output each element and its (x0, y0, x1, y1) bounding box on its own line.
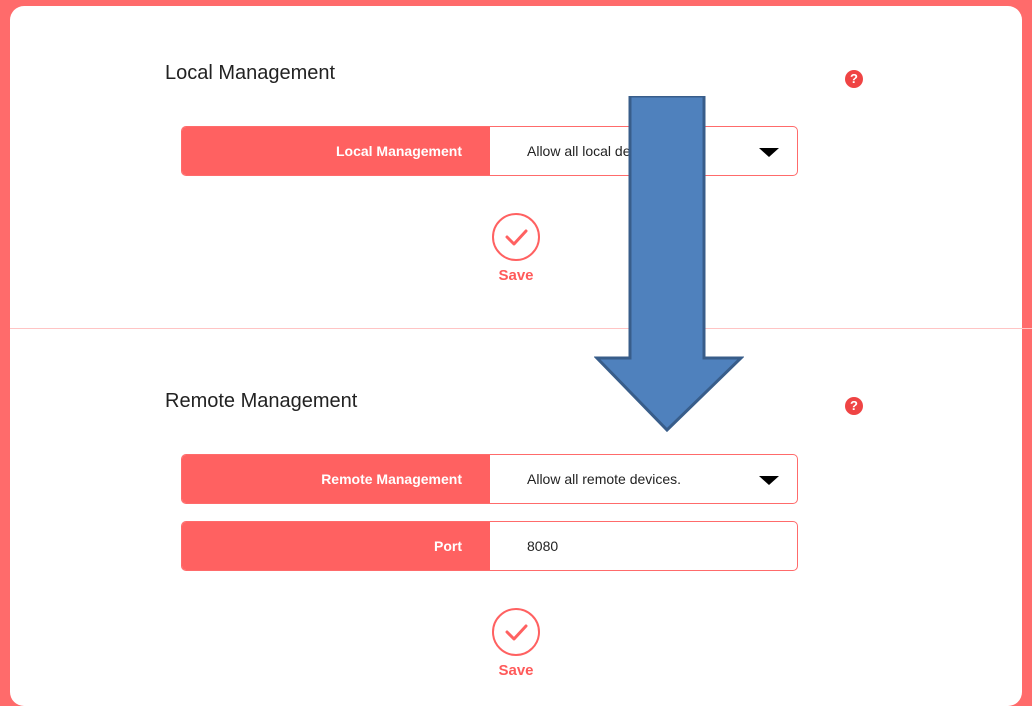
chevron-down-icon[interactable] (759, 148, 779, 157)
local-management-value: Allow all local devices. (527, 143, 667, 159)
check-circle-icon (492, 213, 540, 261)
remote-management-label: Remote Management (182, 455, 490, 503)
local-save-label: Save (498, 267, 534, 284)
local-save-button[interactable]: Save (480, 213, 552, 284)
remote-management-select[interactable]: Remote Management Allow all remote devic… (181, 454, 798, 504)
local-management-select[interactable]: Local Management Allow all local devices… (181, 126, 798, 176)
chevron-down-icon[interactable] (759, 476, 779, 485)
port-field: Port 8080 (181, 521, 798, 571)
port-input[interactable]: 8080 (490, 522, 797, 570)
local-help-icon[interactable]: ? (845, 70, 863, 88)
remote-management-title: Remote Management (165, 390, 358, 412)
remote-save-label: Save (498, 662, 534, 679)
management-panel: Local Management ? Local Management Allo… (10, 6, 1032, 706)
local-management-title: Local Management (165, 62, 336, 84)
remote-save-button[interactable]: Save (480, 608, 552, 679)
local-management-label: Local Management (182, 127, 490, 175)
remote-help-icon[interactable]: ? (845, 397, 863, 415)
port-label: Port (182, 522, 490, 570)
section-divider (10, 328, 1032, 329)
remote-management-value: Allow all remote devices. (527, 471, 682, 487)
check-circle-icon (492, 608, 540, 656)
